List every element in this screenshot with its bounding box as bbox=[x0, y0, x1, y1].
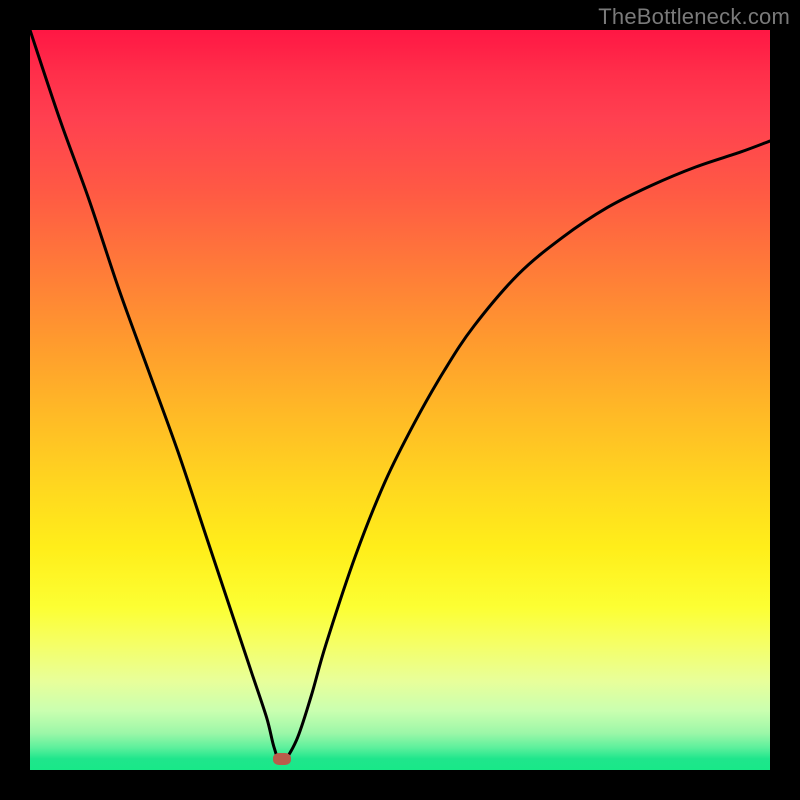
plot-area bbox=[30, 30, 770, 770]
watermark-text: TheBottleneck.com bbox=[598, 4, 790, 30]
optimal-marker bbox=[273, 753, 291, 765]
bottleneck-curve bbox=[30, 30, 770, 770]
chart-frame: TheBottleneck.com bbox=[0, 0, 800, 800]
curve-path bbox=[30, 30, 770, 763]
